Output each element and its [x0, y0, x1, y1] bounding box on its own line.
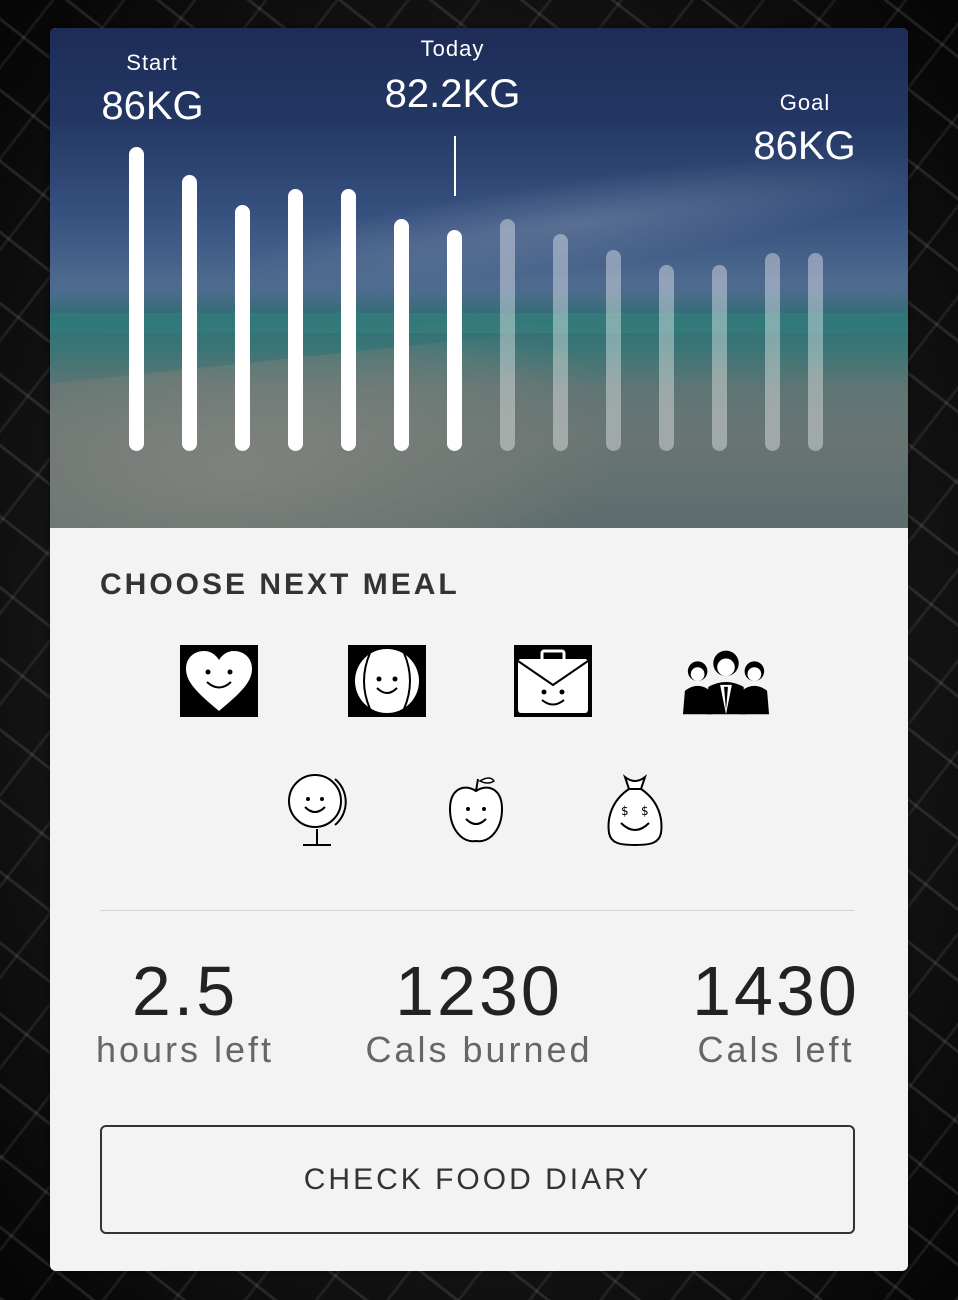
globe-face-icon: [288, 774, 347, 846]
meal-option-briefcase[interactable]: [508, 636, 598, 726]
weight-bar-4: [288, 189, 303, 451]
section-divider: [100, 910, 854, 911]
weight-bar-8: [500, 219, 515, 451]
cals-left-label: Cals left: [697, 1029, 855, 1070]
weight-bar-5: [341, 189, 356, 451]
heart-face-icon: [180, 645, 258, 717]
start-value: 86KG: [101, 84, 204, 128]
briefcase-face-icon: [514, 645, 592, 717]
start-label: Start: [126, 50, 178, 75]
weight-bar-7-today: [447, 230, 462, 451]
group-people-icon: [682, 650, 770, 715]
apple-face-icon: [448, 777, 504, 843]
weight-bar-3: [235, 205, 250, 451]
today-marker-line: [454, 136, 456, 196]
hours-left-value: 2.5: [131, 952, 239, 1030]
cals-burned-metric: 1230 Cals burned: [349, 953, 609, 1071]
meal-option-globe[interactable]: [272, 766, 362, 856]
meal-option-money-bag[interactable]: $ $: [590, 766, 680, 856]
meal-option-group[interactable]: [681, 636, 771, 726]
weight-bar-2: [182, 175, 197, 451]
weight-bar-10: [606, 250, 621, 451]
meal-option-ball[interactable]: [342, 636, 432, 726]
meal-option-apple[interactable]: [431, 766, 521, 856]
cals-left-metric: 1430 Cals left: [646, 953, 906, 1071]
check-food-diary-button[interactable]: CHECK FOOD DIARY: [100, 1125, 855, 1234]
weight-bar-11: [659, 265, 674, 451]
weight-card: Start 86KG Today 82.2KG Goal 86KG CHOOSE…: [50, 28, 908, 1271]
today-label: Today: [420, 36, 485, 61]
svg-text:$: $: [641, 804, 649, 818]
weight-bar-6: [394, 219, 409, 451]
hours-left-metric: 2.5 hours left: [55, 953, 315, 1071]
weight-bar-12: [712, 265, 727, 451]
meal-section-title: CHOOSE NEXT MEAL: [100, 568, 460, 601]
cals-burned-label: Cals burned: [365, 1029, 593, 1070]
beach-background-image: Start 86KG Today 82.2KG Goal 86KG: [50, 28, 908, 528]
hours-left-label: hours left: [95, 1029, 275, 1070]
meal-option-heart[interactable]: [174, 636, 264, 726]
weight-bar-1: [129, 147, 144, 451]
svg-text:$: $: [621, 804, 629, 818]
weight-bar-9: [553, 234, 568, 451]
weight-bar-14: [808, 253, 823, 451]
cals-left-value: 1430: [692, 952, 860, 1030]
today-value: 82.2KG: [384, 72, 521, 116]
goal-value: 86KG: [753, 124, 856, 168]
cals-burned-value: 1230: [395, 952, 563, 1030]
goal-label: Goal: [779, 90, 831, 115]
money-bag-face-icon: $ $: [607, 774, 663, 847]
weight-bar-13: [765, 253, 780, 451]
tennis-ball-face-icon: [348, 645, 426, 717]
